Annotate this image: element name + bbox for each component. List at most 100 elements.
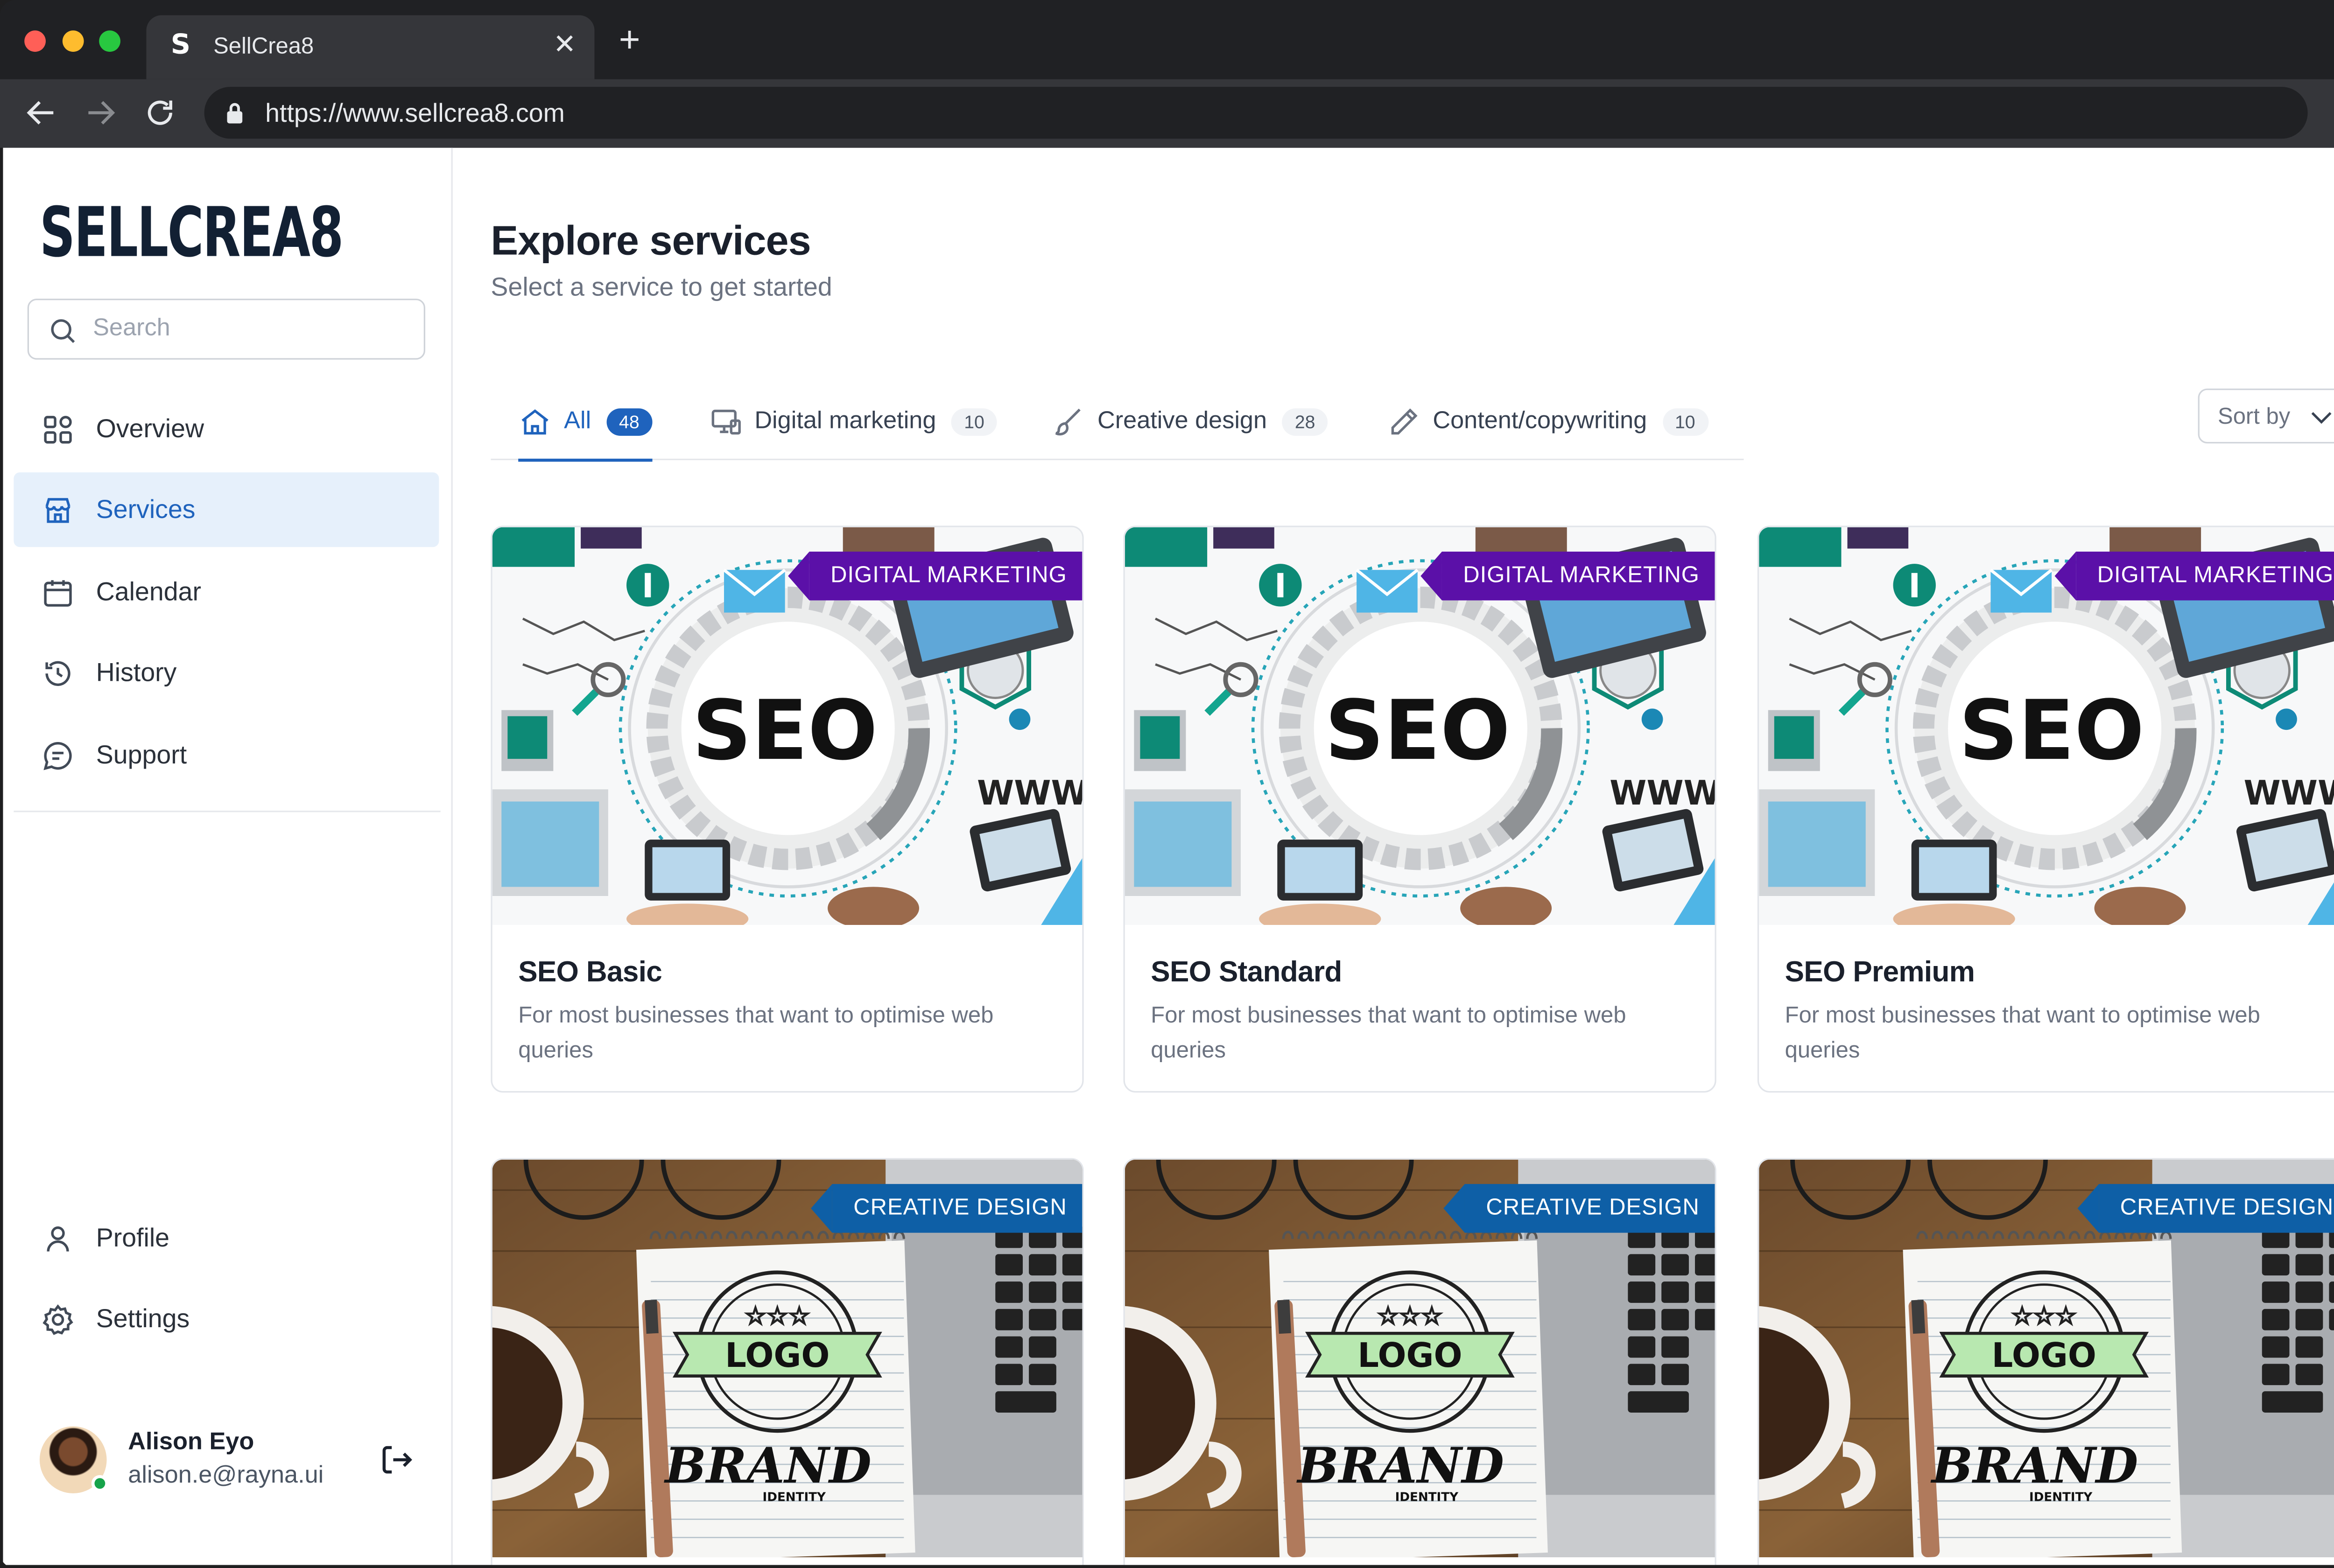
sidebar-item-overview[interactable]: Overview <box>14 392 439 466</box>
sidebar-item-label: Settings <box>96 1303 190 1333</box>
category-tag: CREATIVE DESIGN <box>810 1184 1083 1233</box>
user-icon <box>41 1221 75 1255</box>
identity-text: IDENTITY <box>1395 1490 1459 1504</box>
card-description: For most businesses that want to optimis… <box>518 1002 994 1064</box>
back-arrow-icon[interactable] <box>23 94 59 131</box>
reload-icon[interactable] <box>142 94 178 131</box>
stars-text: ☆☆☆ <box>745 1302 810 1330</box>
minimize-window-button[interactable] <box>62 30 84 52</box>
sidebar: SELLCREA8 Overview Services Calendar His… <box>3 147 453 1565</box>
tab-label: Content/copywriting <box>1433 408 1647 434</box>
grid-icon <box>41 412 75 446</box>
service-card[interactable]: LOGO ☆☆☆ BRAND IDENTITY CREATIVE DESIGN <box>1757 1158 2334 1565</box>
www-text: WWW <box>1610 773 1716 812</box>
category-tag: DIGITAL MARKETING <box>2054 552 2334 601</box>
chat-icon <box>41 738 75 772</box>
main-content: Explore services Select a service to get… <box>491 148 2334 1565</box>
store-icon <box>41 493 75 526</box>
online-status-dot <box>91 1475 108 1492</box>
brand-text: BRAND <box>1296 1437 1504 1494</box>
identity-text: IDENTITY <box>2029 1490 2093 1504</box>
card-description: For most businesses that want to optimis… <box>1785 1002 2260 1064</box>
sidebar-item-history[interactable]: History <box>14 636 439 710</box>
brush-icon <box>1052 406 1085 439</box>
user-name: Alison Eyo <box>128 1429 254 1456</box>
sidebar-item-label: Overview <box>96 413 204 443</box>
card-title: SEO Standard <box>1151 957 1342 989</box>
pencil-icon <box>1387 406 1420 439</box>
maximize-window-button[interactable] <box>99 30 120 52</box>
sidebar-item-services[interactable]: Services <box>14 472 439 547</box>
seo-text: SEO <box>692 682 878 778</box>
search-box[interactable] <box>27 299 426 360</box>
tab-count-badge: 48 <box>606 408 652 436</box>
tab-title: SellCrea8 <box>213 33 314 60</box>
close-window-button[interactable] <box>24 30 46 52</box>
forward-arrow-icon[interactable] <box>82 94 119 131</box>
service-card[interactable]: SEO WWW DIGITAL MARKETING SEO Basic For … <box>491 525 1084 1093</box>
tab-label: Creative design <box>1097 408 1267 434</box>
brand-text: BRAND <box>664 1437 872 1494</box>
sidebar-item-label: Calendar <box>96 576 202 606</box>
service-card[interactable]: LOGO ☆☆☆ BRAND IDENTITY CREATIVE DESIGN <box>491 1158 1084 1565</box>
lock-icon <box>227 103 243 124</box>
brand-text: BRAND <box>1930 1437 2138 1494</box>
sidebar-item-settings[interactable]: Settings <box>14 1281 439 1356</box>
sidebar-divider <box>14 811 441 812</box>
user-email: alison.e@rayna.ui <box>128 1463 324 1489</box>
service-card[interactable]: LOGO ☆☆☆ BRAND IDENTITY CREATIVE DESIGN <box>1123 1158 1716 1565</box>
sort-label: Sort by <box>2218 404 2291 430</box>
category-tag: DIGITAL MARKETING <box>787 552 1083 601</box>
tab-count-badge: 10 <box>1662 408 1708 436</box>
logo-text: LOGO <box>1357 1336 1462 1375</box>
page: SELLCREA8 Overview Services Calendar His… <box>3 147 2334 1565</box>
category-tag: CREATIVE DESIGN <box>1443 1184 1715 1233</box>
tab-digital-marketing[interactable]: Digital marketing 10 <box>709 384 998 460</box>
logo-text: LOGO <box>1992 1336 2096 1375</box>
sidebar-item-label: Support <box>96 740 187 769</box>
logout-icon[interactable] <box>378 1442 415 1478</box>
www-text: WWW <box>2244 773 2334 812</box>
close-tab-icon[interactable]: ✕ <box>553 29 576 61</box>
chevron-down-icon <box>2311 412 2332 424</box>
history-icon <box>41 656 75 690</box>
sidebar-item-profile[interactable]: Profile <box>14 1201 439 1275</box>
sort-dropdown[interactable]: Sort by <box>2198 388 2334 444</box>
service-card[interactable]: SEO WWW DIGITAL MARKETING SEO Premium <box>1757 525 2334 1093</box>
card-title: SEO Basic <box>518 957 662 989</box>
favicon-icon: S <box>170 29 191 61</box>
sidebar-item-label: Services <box>96 494 196 524</box>
logo-text: LOGO <box>725 1336 830 1375</box>
address-bar[interactable]: https://www.sellcrea8.com <box>204 87 2308 139</box>
category-tag: DIGITAL MARKETING <box>1420 552 1715 601</box>
avatar[interactable] <box>39 1426 108 1494</box>
card-description: For most businesses that want to optimis… <box>1151 1002 1626 1064</box>
identity-text: IDENTITY <box>763 1490 826 1504</box>
page-title: Explore services <box>491 217 811 264</box>
stars-text: ☆☆☆ <box>1377 1302 1442 1330</box>
browser-toolbar: https://www.sellcrea8.com <box>0 79 2334 148</box>
stars-text: ☆☆☆ <box>2011 1302 2077 1330</box>
search-icon <box>51 319 75 343</box>
new-tab-icon[interactable]: + <box>619 22 640 59</box>
tab-all[interactable]: All 48 <box>518 384 652 462</box>
seo-text: SEO <box>1325 682 1510 778</box>
browser-window: S SellCrea8 ✕ + https://www.sellcrea8.co… <box>0 0 2334 1568</box>
brand-logo[interactable]: SELLCREA8 <box>40 198 344 267</box>
tab-content-copywriting[interactable]: Content/copywriting 10 <box>1387 384 1708 460</box>
search-input[interactable] <box>93 312 398 346</box>
tab-creative-design[interactable]: Creative design 28 <box>1052 384 1328 460</box>
sidebar-item-support[interactable]: Support <box>14 718 439 792</box>
browser-tab[interactable]: S SellCrea8 ✕ <box>146 15 595 79</box>
sidebar-item-label: History <box>96 657 177 687</box>
tab-label: Digital marketing <box>754 408 936 434</box>
category-tag: CREATIVE DESIGN <box>2077 1184 2334 1233</box>
tab-label: All <box>564 408 591 434</box>
page-subtitle: Select a service to get started <box>491 273 832 302</box>
monitor-icon <box>709 406 742 439</box>
calendar-icon <box>41 575 75 609</box>
sidebar-item-label: Profile <box>96 1223 170 1252</box>
service-card[interactable]: SEO WWW DIGITAL MARKETING SEO Standard F… <box>1123 525 1716 1093</box>
tab-count-badge: 28 <box>1282 408 1328 436</box>
sidebar-item-calendar[interactable]: Calendar <box>14 555 439 630</box>
